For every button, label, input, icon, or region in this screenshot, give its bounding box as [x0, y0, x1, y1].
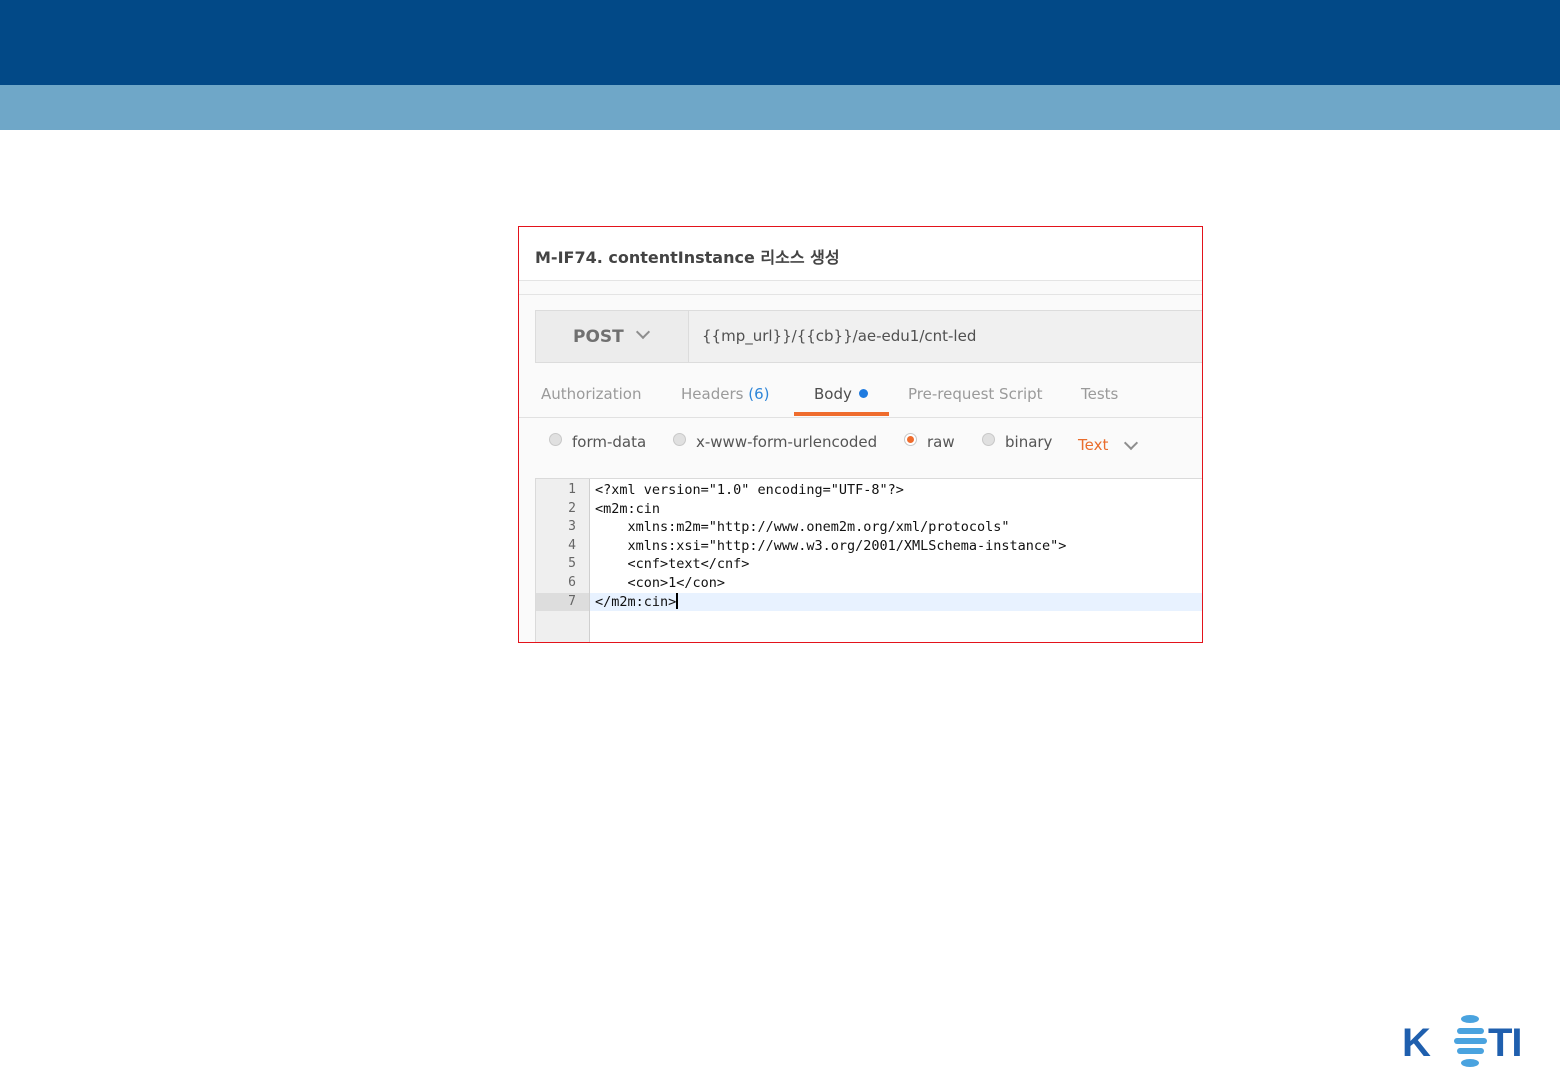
- line-number-current: 7: [536, 592, 589, 612]
- line-number: 1: [568, 482, 576, 497]
- radio-label-form-data: form-data: [572, 433, 647, 451]
- header-bar: [0, 0, 1560, 85]
- request-title-box: M-IF74. contentInstance 리소스 생성: [519, 227, 1202, 281]
- body-type-options: form-data x-www-form-urlencoded raw bina…: [519, 427, 1202, 467]
- request-title: M-IF74. contentInstance 리소스 생성: [535, 248, 840, 267]
- sub-header-bar: [0, 85, 1560, 130]
- tab-pre-request-script[interactable]: Pre-request Script: [908, 385, 1043, 403]
- code-line: <con>1</con>: [595, 575, 726, 591]
- active-tab-indicator: [794, 412, 889, 416]
- line-number: 5: [568, 556, 576, 572]
- line-number: 3: [568, 519, 576, 535]
- radio-raw[interactable]: [904, 433, 917, 446]
- content-type-select[interactable]: Text: [1078, 436, 1108, 454]
- line-number: 6: [568, 575, 576, 590]
- svg-text:TI: TI: [1488, 1021, 1522, 1065]
- radio-label-urlencoded: x-www-form-urlencoded: [696, 433, 878, 451]
- chevron-down-icon[interactable]: [1123, 435, 1139, 451]
- radio-urlencoded[interactable]: [673, 433, 686, 446]
- current-line-highlight: [590, 592, 1202, 612]
- method-select[interactable]: POST: [536, 311, 689, 362]
- svg-text:K: K: [1402, 1021, 1431, 1065]
- tab-headers-label: Headers: [681, 385, 744, 403]
- tab-body[interactable]: Body: [814, 385, 868, 403]
- tab-body-label: Body: [814, 385, 852, 403]
- postman-screenshot: M-IF74. contentInstance 리소스 생성 POST {{mp…: [518, 226, 1203, 643]
- radio-label-raw: raw: [927, 433, 955, 451]
- radio-binary[interactable]: [982, 433, 995, 446]
- line-number: 4: [568, 537, 576, 553]
- keti-logo: K TI: [1402, 1015, 1523, 1067]
- body-code-editor[interactable]: 1 2 3 4 5 6 7 <?xml version="1.0" encodi…: [535, 478, 1202, 642]
- chevron-down-icon: [635, 324, 651, 340]
- line-number: 2: [568, 500, 576, 516]
- code-line-current: </m2m:cin>: [595, 592, 679, 612]
- body-modified-dot-icon: [858, 389, 868, 398]
- code-line: <cnf>text</cnf>: [595, 556, 750, 573]
- code-line: xmlns:m2m="http://www.onem2m.org/xml/pro…: [595, 519, 1010, 536]
- radio-label-binary: binary: [1005, 433, 1053, 451]
- code-line: <?xml version="1.0" encoding="UTF-8"?>: [595, 482, 904, 498]
- code-line: <m2m:cin: [595, 500, 661, 517]
- text-cursor: [676, 592, 679, 609]
- divider: [519, 294, 1202, 295]
- line-number-gutter: 1 2 3 4 5 6 7: [536, 479, 590, 642]
- url-input[interactable]: {{mp_url}}/{{cb}}/ae-edu1/cnt-led: [702, 327, 976, 345]
- code-line: xmlns:xsi="http://www.w3.org/2001/XMLSch…: [595, 537, 1067, 554]
- tab-authorization[interactable]: Authorization: [541, 385, 641, 403]
- tab-tests[interactable]: Tests: [1081, 385, 1118, 403]
- code-line-text: </m2m:cin>: [595, 593, 677, 610]
- radio-form-data[interactable]: [549, 433, 562, 446]
- headers-count-badge: (6): [748, 385, 770, 403]
- request-url-row: POST {{mp_url}}/{{cb}}/ae-edu1/cnt-led: [535, 310, 1202, 363]
- tab-headers[interactable]: Headers (6): [681, 385, 769, 403]
- method-label: POST: [573, 327, 624, 347]
